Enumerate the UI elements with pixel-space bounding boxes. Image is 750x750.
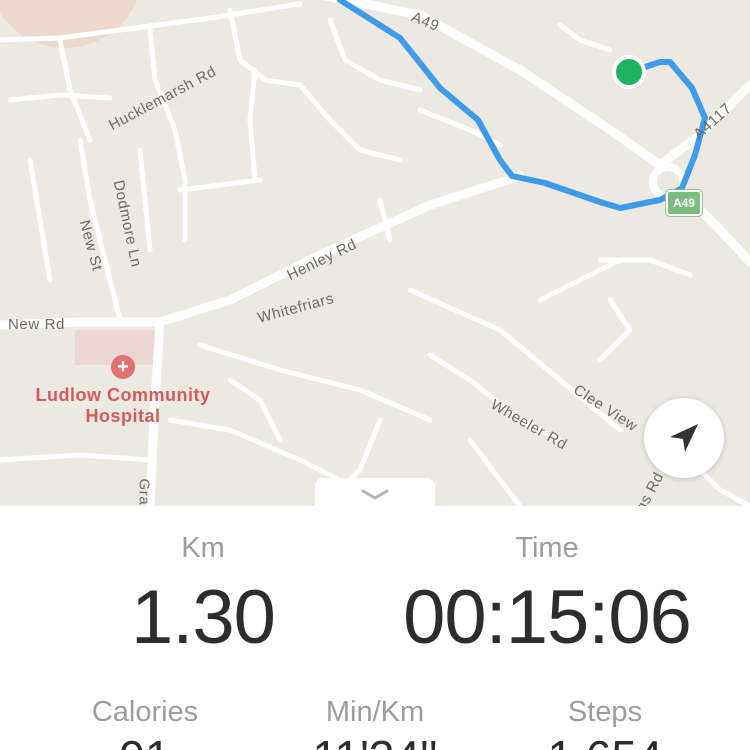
road-shield-a49: A49	[666, 190, 702, 216]
start-marker	[612, 55, 646, 89]
poi-label-hospital[interactable]: Ludlow Community Hospital	[12, 385, 234, 427]
calories-label: Calories	[91, 696, 199, 728]
stats-panel: Km 1.30 Time 00:15:06 Calories 91 Min/Km…	[0, 506, 750, 750]
map-canvas	[0, 0, 750, 506]
pace-value: 11'34''	[275, 732, 475, 750]
distance-value: 1.30	[131, 575, 276, 660]
time-label: Time	[515, 532, 579, 564]
distance-label: Km	[181, 532, 225, 564]
locate-me-button[interactable]	[644, 398, 724, 478]
time-value: 00:15:06	[403, 575, 692, 660]
chevron-down-icon	[361, 489, 389, 500]
calories-value: 91	[45, 732, 245, 750]
plus-icon: +	[111, 355, 135, 379]
poi-label-hospital-line2: Hospital	[85, 406, 161, 426]
steps-label: Steps	[567, 696, 643, 728]
workout-screen: A49 A4117 A49 Hucklemarsh Rd Dodmore Ln …	[0, 0, 750, 750]
navigation-arrow-icon	[670, 424, 698, 452]
road-label-new-rd: New Rd	[8, 316, 65, 333]
pace-label: Min/Km	[325, 696, 425, 728]
poi-label-hospital-line1: Ludlow Community	[35, 385, 211, 405]
steps-value: 1,654	[505, 732, 705, 750]
route-map[interactable]: A49 A4117 A49 Hucklemarsh Rd Dodmore Ln …	[0, 0, 750, 506]
road-label-partial-gra: Gra	[135, 478, 153, 506]
